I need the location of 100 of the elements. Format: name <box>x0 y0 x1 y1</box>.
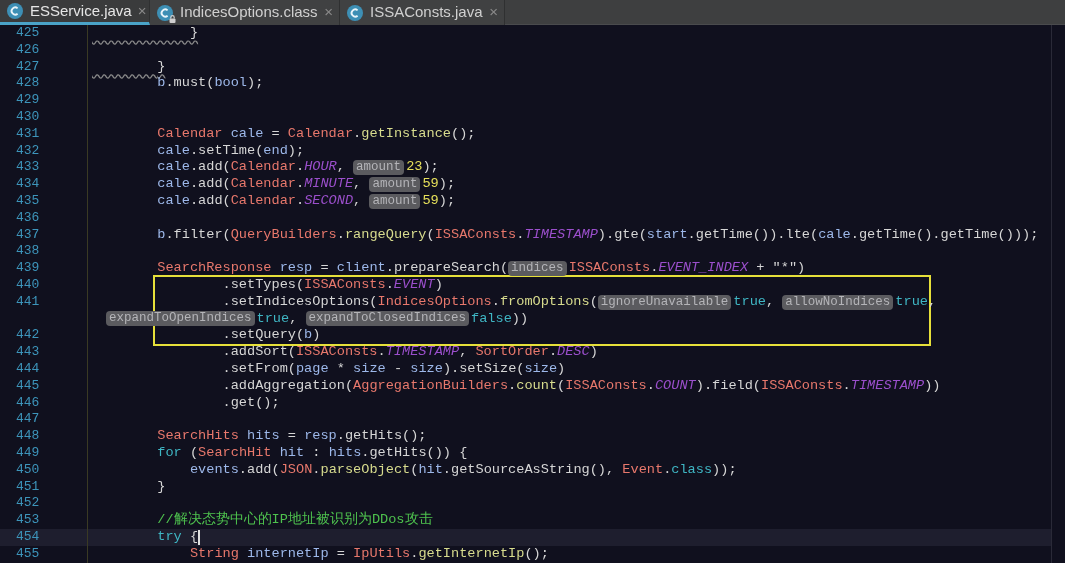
code-text: . <box>491 293 500 311</box>
line-number: 438 <box>16 243 40 259</box>
parameter-hint: amount <box>369 177 421 193</box>
code-text: . <box>353 125 362 143</box>
identifier: b <box>304 327 313 345</box>
code-text: .getHits(); <box>336 428 427 445</box>
line-number: 452 <box>16 495 40 511</box>
code-text: = <box>336 545 346 563</box>
code-text: ); <box>422 159 439 177</box>
class-name: ISSAConsts <box>565 377 647 395</box>
class-name: ISSAConsts <box>304 276 386 294</box>
line-number: 437 <box>16 226 40 242</box>
code-text: . <box>377 344 386 361</box>
code-text: )) <box>511 310 529 328</box>
number-literal: 59 <box>422 192 439 210</box>
code-text: .filter( <box>165 226 231 244</box>
identifier: hits <box>328 444 362 462</box>
code-text: .setIndicesOptions( <box>222 293 378 311</box>
method-name: rangeQuery <box>344 226 427 244</box>
class-name: AggregationBuilders <box>353 377 509 395</box>
code-text: . <box>516 226 525 244</box>
code-text: . <box>312 461 321 479</box>
class-file-icon <box>156 3 174 22</box>
tab-label: ESService.java <box>30 0 132 21</box>
code-text: ( <box>189 444 199 462</box>
class-name: String <box>189 545 240 563</box>
code-text: . <box>295 192 305 210</box>
keyword: class <box>671 461 713 479</box>
line-number: 428 <box>16 75 40 91</box>
parameter-hint: allowNoIndices <box>782 294 894 310</box>
code-text: . <box>295 159 305 177</box>
keyword: true <box>895 293 928 311</box>
constant-name: TIMESTAMP <box>524 226 598 244</box>
parameter-hint: amount <box>369 193 421 209</box>
code-text: .addAggregation( <box>222 377 354 395</box>
class-name: Calendar <box>230 159 296 177</box>
code-text: ( <box>410 461 419 479</box>
code-text: .setQuery( <box>222 327 305 345</box>
file-tab[interactable]: ISSAConsts.java × <box>340 0 505 25</box>
code-text: - <box>393 360 404 378</box>
file-tab[interactable]: IndicesOptions.class × <box>150 0 340 25</box>
method-name: count <box>516 377 558 395</box>
tab-label: ISSAConsts.java <box>370 2 483 23</box>
constant-name: EVENT <box>393 276 435 294</box>
method-name: getInstance <box>361 125 451 143</box>
class-name: IndicesOptions <box>377 293 492 311</box>
code-text: .getHits()) { <box>361 444 468 462</box>
line-number: 433 <box>16 159 40 175</box>
class-name: QueryBuilders <box>230 226 337 244</box>
class-name: ISSAConsts <box>434 226 517 244</box>
code-text: ) <box>557 360 566 378</box>
line-number: 450 <box>16 461 40 477</box>
number-literal: 59 <box>422 176 439 193</box>
line-number: 439 <box>16 260 40 276</box>
identifier: b <box>157 226 166 244</box>
code-text: ); <box>247 75 264 93</box>
line-number: 436 <box>16 209 40 225</box>
code-text: (); <box>451 125 476 143</box>
identifier: end <box>263 142 288 160</box>
identifier: start <box>646 226 688 244</box>
code-text: + "*") <box>756 260 806 277</box>
file-tab[interactable]: ESService.java × <box>0 0 150 25</box>
line-number: 434 <box>16 176 40 192</box>
parameter-hint: indices <box>508 261 567 277</box>
constant-name: TIMESTAMP <box>385 344 460 361</box>
line-number: 430 <box>16 109 40 124</box>
line-number: 453 <box>16 512 40 528</box>
class-name: ISSAConsts <box>761 377 843 395</box>
line-number: 427 <box>16 58 40 74</box>
class-name: Event <box>622 461 664 479</box>
identifier: cale <box>157 192 190 210</box>
code-text: .setTime( <box>189 142 264 160</box>
code-text: , <box>766 293 776 311</box>
code-text: = <box>320 260 330 277</box>
identifier: events <box>189 461 239 479</box>
parameter-hint: amount <box>353 160 405 176</box>
code-text: , <box>353 176 363 193</box>
code-text: ( <box>557 377 566 395</box>
identifier: size <box>524 360 558 378</box>
code-text: .must( <box>165 75 215 93</box>
code-text: ( <box>589 293 598 311</box>
identifier: b <box>157 75 166 93</box>
keyword: try <box>157 528 182 546</box>
code-text: = <box>287 428 297 445</box>
identifier: bool <box>214 75 248 93</box>
line-number: 431 <box>16 125 40 141</box>
constant-name: COUNT <box>654 377 696 395</box>
code-text: ).setSize( <box>442 360 525 378</box>
line-number: 447 <box>16 411 40 427</box>
code-text: .add( <box>189 159 231 177</box>
code-text: ) <box>434 276 443 294</box>
code-text: = <box>271 125 281 143</box>
method-name: fromOptions <box>499 293 590 311</box>
identifier: hit <box>418 461 443 479</box>
code-text: . <box>336 226 345 244</box>
code-text: : <box>312 444 322 462</box>
parameter-hint: expandToOpenIndices <box>106 311 255 327</box>
line-number: 432 <box>16 142 40 158</box>
code-text: } <box>157 478 166 496</box>
code-text: . <box>295 176 305 193</box>
